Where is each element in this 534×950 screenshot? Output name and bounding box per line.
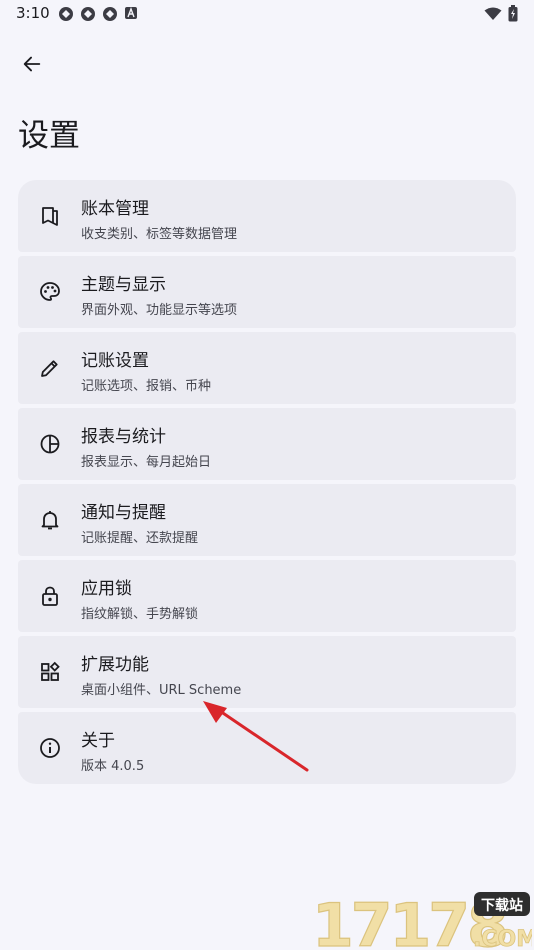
settings-item-subtitle: 界面外观、功能显示等选项 (81, 303, 238, 318)
pie-chart-icon (40, 434, 60, 454)
settings-item-app-lock[interactable]: 应用锁 指纹解锁、手势解锁 (18, 560, 516, 632)
settings-item-bookkeeping[interactable]: 记账设置 记账选项、报销、币种 (18, 332, 516, 404)
settings-item-subtitle: 记账提醒、还款提醒 (81, 531, 199, 546)
notification-icon (81, 7, 95, 21)
settings-item-ledger[interactable]: 账本管理 收支类别、标签等数据管理 (18, 180, 516, 252)
settings-item-title: 记账设置 (81, 351, 149, 371)
back-button[interactable] (14, 46, 50, 82)
page-title: 设置 (18, 118, 80, 154)
settings-item-notifications[interactable]: 通知与提醒 记账提醒、还款提醒 (18, 484, 516, 556)
annotation-arrow (203, 701, 309, 772)
status-bar: 3:10 (0, 0, 534, 28)
status-system-icons (484, 5, 518, 22)
settings-item-title: 报表与统计 (81, 427, 166, 447)
settings-item-subtitle: 指纹解锁、手势解锁 (81, 607, 199, 622)
status-time: 3:10 (16, 4, 50, 22)
settings-item-title: 应用锁 (81, 579, 132, 599)
book-icon (42, 207, 58, 226)
site-watermark: 17178 下载站 .COM (311, 890, 532, 950)
notification-icon (103, 7, 117, 21)
settings-item-subtitle: 版本 4.0.5 (81, 759, 145, 774)
settings-item-theme[interactable]: 主题与显示 界面外观、功能显示等选项 (18, 256, 516, 328)
wifi-icon (484, 7, 502, 20)
settings-item-title: 主题与显示 (81, 275, 166, 295)
settings-item-subtitle: 桌面小组件、URL Scheme (81, 683, 242, 698)
settings-list: 账本管理 收支类别、标签等数据管理 主题与显示 界面外观、功能显示等选项 记账设… (18, 180, 516, 788)
a-icon (125, 7, 137, 19)
bell-icon (41, 511, 59, 530)
widgets-icon (41, 661, 60, 681)
watermark-tag: 下载站 (481, 897, 523, 914)
palette-icon (40, 282, 60, 301)
settings-item-title: 关于 (81, 731, 115, 751)
pencil-icon (41, 360, 58, 377)
watermark-domain: .COM (473, 927, 532, 950)
arrow-left-icon (23, 56, 41, 72)
battery-icon (508, 5, 518, 22)
status-notification-icons (58, 6, 138, 22)
settings-item-reports[interactable]: 报表与统计 报表显示、每月起始日 (18, 408, 516, 480)
settings-item-subtitle: 记账选项、报销、币种 (81, 379, 212, 394)
settings-item-title: 扩展功能 (81, 655, 149, 675)
lock-icon (42, 586, 58, 606)
settings-item-subtitle: 报表显示、每月起始日 (81, 455, 212, 470)
settings-item-subtitle: 收支类别、标签等数据管理 (81, 227, 238, 242)
info-icon (40, 738, 60, 758)
notification-icon (59, 7, 73, 21)
settings-item-title: 账本管理 (81, 199, 149, 219)
settings-item-title: 通知与提醒 (81, 503, 166, 523)
